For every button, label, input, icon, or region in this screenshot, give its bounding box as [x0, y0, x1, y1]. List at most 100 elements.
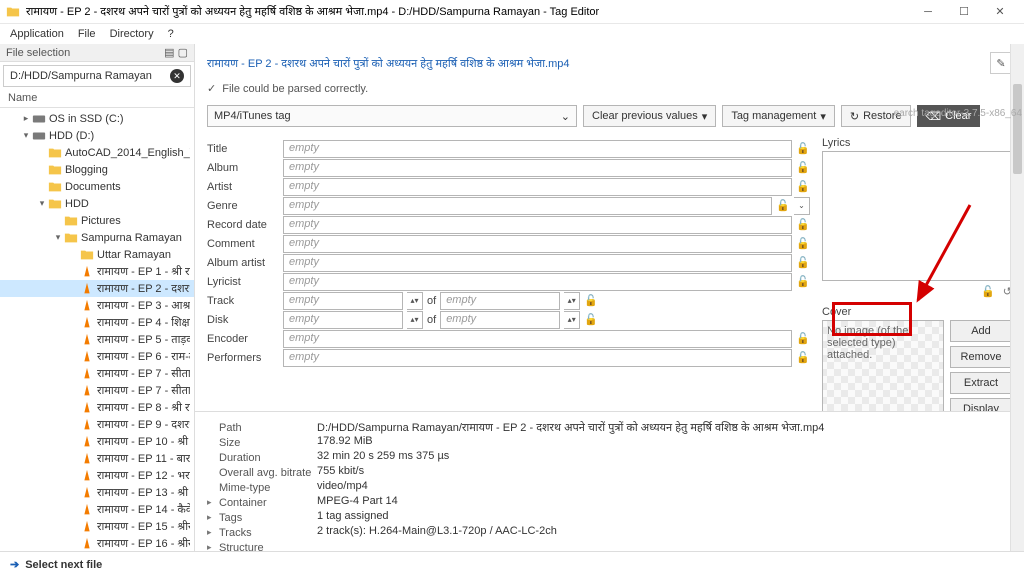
- panel-controls-icon[interactable]: ▤ ▢: [164, 46, 188, 59]
- lock-icon[interactable]: 🔓: [584, 294, 598, 307]
- tree-item[interactable]: रामायण - EP 14 - कैकेयी क: [0, 501, 194, 518]
- menubar: Application File Directory ?: [0, 24, 1024, 44]
- tree-item[interactable]: रामायण - EP 10 - श्री सीता-: [0, 433, 194, 450]
- expand-icon[interactable]: ▾: [20, 130, 32, 141]
- tree-item[interactable]: रामायण - EP 4 - शिक्षा पूर्ण: [0, 314, 194, 331]
- genre-input[interactable]: empty: [283, 197, 772, 215]
- menu-help[interactable]: ?: [168, 28, 174, 40]
- tree-item[interactable]: रामायण - EP 3 - आश्रम में स: [0, 297, 194, 314]
- tree-item[interactable]: रामायण - EP 11 - बारात वि: [0, 450, 194, 467]
- track-stepper[interactable]: ▴▾: [407, 292, 423, 310]
- scrollbar-thumb[interactable]: [1013, 84, 1022, 174]
- disk-stepper[interactable]: ▴▾: [407, 311, 423, 329]
- clear-previous-button[interactable]: Clear previous values▾: [583, 105, 716, 127]
- lock-icon[interactable]: 🔓: [796, 237, 810, 250]
- tree-item[interactable]: Blogging: [0, 161, 194, 178]
- menu-application[interactable]: Application: [10, 28, 64, 40]
- lock-icon[interactable]: 🔓: [796, 275, 810, 288]
- track-num-input[interactable]: empty: [283, 292, 403, 310]
- rename-button[interactable]: ✎: [990, 52, 1012, 74]
- vertical-scrollbar[interactable]: [1010, 44, 1024, 551]
- record_date-input[interactable]: empty: [283, 216, 792, 234]
- lock-icon[interactable]: 🔓: [796, 332, 810, 345]
- disk-num-input[interactable]: empty: [283, 311, 403, 329]
- lock-icon[interactable]: 🔓: [981, 285, 995, 298]
- encoder-input[interactable]: empty: [283, 330, 792, 348]
- name-column-header[interactable]: Name: [0, 90, 194, 108]
- album-input[interactable]: empty: [283, 159, 792, 177]
- menu-file[interactable]: File: [78, 28, 96, 40]
- cover-preview: No image (of the selected type) attached…: [822, 320, 944, 411]
- cover-remove-button[interactable]: Remove: [950, 346, 1012, 368]
- tree-item[interactable]: रामायण - EP 16 - श्रीराम-सी: [0, 535, 194, 551]
- tree-item[interactable]: रामायण - EP 7 - सीता स्वयं: [0, 382, 194, 399]
- tree-item[interactable]: ▾Sampurna Ramayan: [0, 229, 194, 246]
- tree-item[interactable]: रामायण - EP 2 - दशरथ अप: [0, 280, 194, 297]
- close-button[interactable]: ✕: [982, 0, 1018, 24]
- lyricist-input[interactable]: empty: [283, 273, 792, 291]
- album_artist-input[interactable]: empty: [283, 254, 792, 272]
- tree-item[interactable]: रामायण - EP 12 - भरत-शत्रु: [0, 467, 194, 484]
- lock-icon[interactable]: 🔓: [796, 218, 810, 231]
- detail-key[interactable]: ▸Container: [207, 495, 317, 510]
- tree-item[interactable]: रामायण - EP 9 - दशरथजी ने: [0, 416, 194, 433]
- performers-input[interactable]: empty: [283, 349, 792, 367]
- maximize-button[interactable]: ☐: [946, 0, 982, 24]
- lock-icon[interactable]: 🔓: [796, 161, 810, 174]
- tree-item-label: रामायण - EP 3 - आश्रम में स: [97, 298, 190, 313]
- lyrics-textarea[interactable]: [822, 151, 1012, 281]
- detail-key[interactable]: ▸Structure: [207, 540, 317, 551]
- path-input[interactable]: D:/HDD/Sampurna Ramayan ✕: [3, 65, 191, 87]
- title-input[interactable]: empty: [283, 140, 792, 158]
- cover-extract-button[interactable]: Extract: [950, 372, 1012, 394]
- expand-icon[interactable]: ▸: [20, 113, 32, 124]
- of-label: of: [427, 295, 436, 307]
- track-total-stepper[interactable]: ▴▾: [564, 292, 580, 310]
- lock-icon[interactable]: 🔓: [796, 351, 810, 364]
- field-label-record_date: Record date: [207, 219, 283, 231]
- expand-icon[interactable]: ▾: [36, 198, 48, 209]
- disk-total-stepper[interactable]: ▴▾: [564, 311, 580, 329]
- cover-add-button[interactable]: Add: [950, 320, 1012, 342]
- lock-icon[interactable]: 🔓: [776, 199, 790, 212]
- track-total-input[interactable]: empty: [440, 292, 560, 310]
- detail-key[interactable]: ▸Tracks: [207, 525, 317, 540]
- tree-item[interactable]: रामायण - EP 6 - राम-लक्ष्म: [0, 348, 194, 365]
- tree-item[interactable]: Pictures: [0, 212, 194, 229]
- statusbar-text[interactable]: Select next file: [25, 559, 102, 571]
- lock-icon[interactable]: 🔓: [796, 256, 810, 269]
- menu-directory[interactable]: Directory: [110, 28, 154, 40]
- tree-item[interactable]: रामायण - EP 13 - श्री राम के: [0, 484, 194, 501]
- tree-item[interactable]: रामायण - EP 8 - श्री राम द्वार: [0, 399, 194, 416]
- tree-item-label: रामायण - EP 4 - शिक्षा पूर्ण: [97, 315, 190, 330]
- expand-icon[interactable]: ▾: [52, 232, 64, 243]
- tree-item[interactable]: Documents: [0, 178, 194, 195]
- lock-icon[interactable]: 🔓: [796, 142, 810, 155]
- tree-item[interactable]: ▾HDD: [0, 195, 194, 212]
- tree-item[interactable]: ▾HDD (D:): [0, 127, 194, 144]
- tree-item[interactable]: Uttar Ramayan: [0, 246, 194, 263]
- tree-item[interactable]: ▸OS in SSD (C:): [0, 110, 194, 127]
- file-title-row: रामायण - EP 2 - दशरथ अपने चारों पुत्रों …: [207, 52, 1012, 74]
- detail-key[interactable]: ▸Tags: [207, 510, 317, 525]
- genre-dropdown[interactable]: ⌄: [794, 197, 810, 215]
- file-tree[interactable]: ▸OS in SSD (C:)▾HDD (D:)AutoCAD_2014_Eng…: [0, 108, 194, 551]
- disk-total-input[interactable]: empty: [440, 311, 560, 329]
- minimize-button[interactable]: ─: [910, 0, 946, 24]
- lock-icon[interactable]: 🔓: [584, 313, 598, 326]
- artist-input[interactable]: empty: [283, 178, 792, 196]
- cover-display-button[interactable]: Display: [950, 398, 1012, 411]
- tag-management-button[interactable]: Tag management▾: [722, 105, 835, 127]
- tree-item[interactable]: रामायण - EP 7 - सीता स्वयं: [0, 365, 194, 382]
- detail-key: Mime-type: [207, 480, 317, 495]
- tree-item[interactable]: AutoCAD_2014_English_Win_64b: [0, 144, 194, 161]
- tag-type-select[interactable]: MP4/iTunes tag ⌄: [207, 105, 577, 127]
- lock-icon[interactable]: 🔓: [796, 180, 810, 193]
- clear-path-icon[interactable]: ✕: [170, 69, 184, 83]
- comment-input[interactable]: empty: [283, 235, 792, 253]
- tree-item[interactable]: रामायण - EP 1 - श्री राम भग: [0, 263, 194, 280]
- tree-item[interactable]: रामायण - EP 5 - ताड़का वध: [0, 331, 194, 348]
- next-file-icon[interactable]: ➔: [10, 558, 19, 571]
- tree-item[interactable]: रामायण - EP 15 - श्रीराम-कौ: [0, 518, 194, 535]
- file-selection-header: File selection ▤ ▢: [0, 44, 194, 62]
